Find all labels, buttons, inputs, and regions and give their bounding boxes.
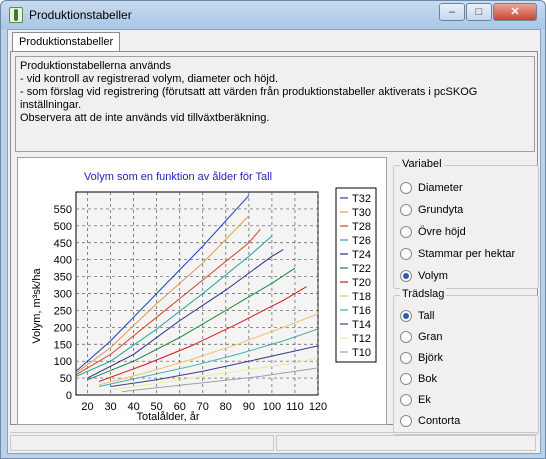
tradslag-option[interactable]: Tall	[400, 308, 435, 324]
variabel-option-label: Stammar per hektar	[418, 248, 516, 260]
title-bar[interactable]: Produktionstabeller – □ ✕	[1, 1, 545, 29]
radio-button[interactable]	[400, 226, 412, 238]
legend-label: T28	[352, 221, 371, 233]
status-bar	[10, 432, 538, 452]
info-line: inställningar.	[20, 99, 82, 111]
tradslag-option-label: Tall	[418, 310, 435, 322]
application-window: Produktionstabeller – □ ✕ Produktionstab…	[0, 0, 546, 459]
radio-button[interactable]	[400, 394, 412, 406]
tradslag-group-label: Trädslag	[400, 288, 447, 300]
chart-panel: Volym som en funktion av ålder för Tall …	[17, 157, 387, 425]
x-tick-label: 80	[220, 401, 232, 413]
tradslag-option[interactable]: Contorta	[400, 413, 460, 429]
y-tick-label: 500	[54, 221, 72, 233]
variabel-group: Variabel Diameter Grundyta Övre höjd Stamma…	[393, 158, 539, 289]
x-tick-label: 20	[81, 401, 93, 413]
y-tick-label: 100	[54, 356, 72, 368]
chart-x-label: Totalålder, år	[137, 411, 200, 423]
client-area: Produktionstabeller Produktionstabellern…	[7, 29, 541, 454]
chart-title: Volym som en funktion av ålder för Tall	[84, 171, 272, 183]
window-title: Produktionstabeller	[29, 8, 132, 22]
variabel-option[interactable]: Övre höjd	[400, 224, 466, 240]
tradslag-option-label: Ek	[418, 394, 431, 406]
x-tick-label: 30	[104, 401, 116, 413]
tab-page: Produktionstabellerna används - vid kont…	[10, 51, 539, 435]
radio-button[interactable]	[400, 352, 412, 364]
variabel-option[interactable]: Grundyta	[400, 202, 463, 218]
radio-button[interactable]	[400, 373, 412, 385]
y-tick-label: 250	[54, 305, 72, 317]
legend-label: T20	[352, 277, 371, 289]
legend-label: T12	[352, 333, 371, 345]
x-tick-label: 120	[309, 401, 327, 413]
y-tick-label: 200	[54, 322, 72, 334]
radio-button[interactable]	[400, 415, 412, 427]
x-tick-label: 100	[263, 401, 281, 413]
info-line: - som förslag vid registrering (förutsat…	[20, 86, 478, 98]
info-panel: Produktionstabellerna används - vid kont…	[15, 56, 535, 152]
info-line: Produktionstabellerna används	[20, 60, 172, 72]
legend-label: T24	[352, 249, 371, 261]
radio-button[interactable]	[400, 270, 412, 282]
legend-label: T30	[352, 207, 371, 219]
legend-label: T16	[352, 305, 371, 317]
x-tick-label: 90	[243, 401, 255, 413]
tradslag-option[interactable]: Gran	[400, 329, 442, 345]
x-tick-label: 70	[197, 401, 209, 413]
radio-button[interactable]	[400, 204, 412, 216]
status-panel-left	[10, 435, 274, 451]
y-tick-label: 300	[54, 289, 72, 301]
legend-label: T32	[352, 193, 371, 205]
variabel-option[interactable]: Stammar per hektar	[400, 246, 515, 262]
tradslag-option-label: Contorta	[418, 415, 461, 427]
tradslag-option-label: Björk	[418, 352, 444, 364]
status-panel-right	[276, 435, 536, 451]
legend-label: T26	[352, 235, 371, 247]
info-line: Observera att de inte används vid tillvä…	[20, 112, 270, 124]
variabel-option-label: Grundyta	[418, 204, 464, 216]
y-tick-label: 450	[54, 238, 72, 250]
info-line: - vid kontroll av registrerad volym, dia…	[20, 73, 278, 85]
tradslag-option-label: Gran	[418, 331, 443, 343]
close-button[interactable]: ✕	[493, 3, 537, 21]
tradslag-option[interactable]: Bok	[400, 371, 437, 387]
y-tick-label: 50	[60, 373, 72, 385]
x-tick-label: 110	[286, 401, 304, 413]
variabel-option-label: Diameter	[418, 182, 463, 194]
y-tick-label: 0	[66, 390, 72, 402]
y-tick-label: 150	[54, 339, 72, 351]
y-tick-label: 550	[54, 204, 72, 216]
tradslag-option-label: Bok	[418, 373, 437, 385]
tradslag-group: Trädslag Tall Gran Björk Bok Ek Contorta	[393, 288, 539, 435]
tradslag-option[interactable]: Ek	[400, 392, 431, 408]
maximize-button[interactable]: □	[466, 3, 492, 21]
tradslag-option[interactable]: Björk	[400, 350, 443, 366]
x-tick-label: 50	[151, 401, 163, 413]
x-tick-label: 60	[174, 401, 186, 413]
legend-label: T10	[352, 347, 371, 359]
y-tick-label: 350	[54, 272, 72, 284]
radio-button[interactable]	[400, 182, 412, 194]
y-tick-label: 400	[54, 255, 72, 267]
plot-area: 20 30 40 50 60 70 80 90 100 110 120 0 50 100 150 200 250…	[54, 191, 327, 413]
tab-produktionstabeller[interactable]: Produktionstabeller	[12, 32, 121, 52]
variabel-option-label: Volym	[418, 270, 448, 282]
minimize-button[interactable]: –	[439, 3, 465, 21]
volume-chart: Volym som en funktion av ålder för Tall …	[31, 171, 377, 423]
chart-y-label: Volym, m³sk/ha	[31, 268, 43, 344]
app-tree-icon	[9, 7, 23, 23]
variabel-group-label: Variabel	[400, 158, 444, 170]
legend-label: T18	[352, 291, 371, 303]
radio-button[interactable]	[400, 248, 412, 260]
variabel-option[interactable]: Volym	[400, 268, 448, 284]
x-tick-label: 40	[127, 401, 139, 413]
radio-button[interactable]	[400, 310, 412, 322]
legend-label: T22	[352, 263, 371, 275]
legend-label: T14	[352, 319, 371, 331]
variabel-option[interactable]: Diameter	[400, 180, 463, 196]
chart-legend: T32 T30 T28 T26 T24 T22 T20 T18 T16 T14 T12 T10	[335, 187, 377, 363]
variabel-option-label: Övre höjd	[418, 226, 466, 238]
radio-button[interactable]	[400, 331, 412, 343]
